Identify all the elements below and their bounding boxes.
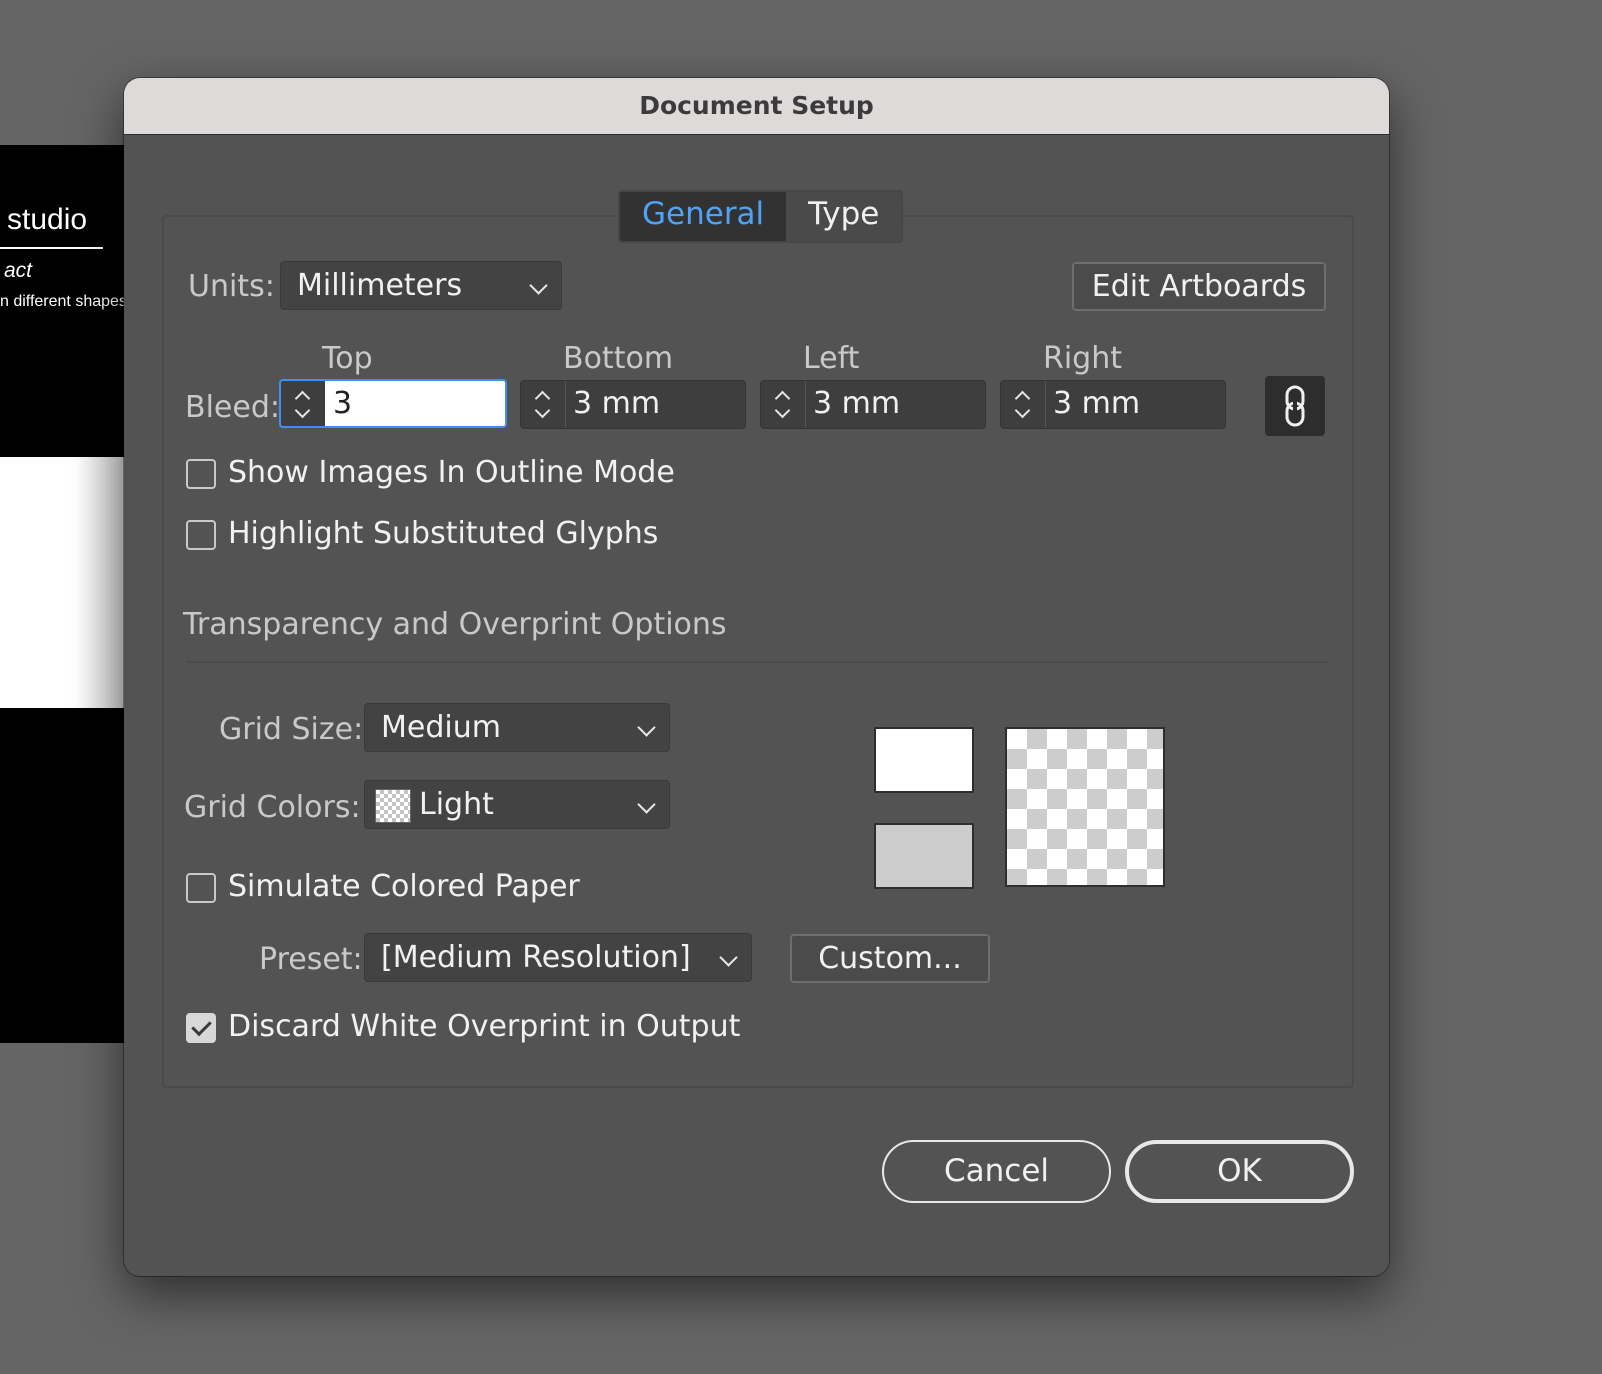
tab-type[interactable]: Type [786, 192, 902, 241]
bleed-top-value: 3 [333, 386, 353, 421]
chevron-down-icon [637, 718, 656, 737]
artboard-shapes-text: n different shapes [0, 293, 125, 310]
chevron-down-icon [534, 402, 551, 419]
tab-general[interactable]: General [620, 192, 787, 241]
artboard-studio-text: studio [7, 203, 88, 236]
show-images-outline-label: Show Images In Outline Mode [228, 455, 675, 490]
bleed-bottom-label: Bottom [563, 341, 674, 376]
grid-colors-dropdown[interactable]: Light [364, 780, 670, 829]
grid-size-value: Medium [381, 710, 501, 745]
chevron-down-icon [774, 402, 791, 419]
artboard-underline [0, 247, 103, 249]
paper-color-swatch[interactable] [874, 727, 974, 793]
bleed-top-label: Top [322, 341, 373, 376]
dialog-title: Document Setup [124, 78, 1389, 135]
ok-button[interactable]: OK [1125, 1140, 1354, 1203]
transparency-grid-preview [1005, 727, 1165, 887]
bleed-bottom-stepper[interactable]: 3 mm [520, 380, 746, 429]
stepper-arrows[interactable] [1001, 381, 1046, 428]
grid-colors-label: Grid Colors: [184, 790, 361, 825]
tab-bar: General Type [618, 190, 904, 243]
bleed-right-label: Right [1043, 341, 1122, 376]
chevron-down-icon [294, 402, 311, 419]
bleed-left-label: Left [803, 341, 860, 376]
bleed-label: Bleed: [185, 390, 280, 425]
document-setup-dialog: Document Setup General Type Units: Milli… [124, 78, 1389, 1276]
grid-size-dropdown[interactable]: Medium [364, 703, 670, 752]
chain-link-icon [1285, 385, 1305, 427]
grid-size-label: Grid Size: [219, 712, 364, 747]
section-divider [186, 661, 1328, 663]
background-artboard: studio act n different shapes [0, 145, 125, 1043]
units-label: Units: [188, 269, 275, 304]
checker-swatch-icon [375, 789, 411, 823]
cancel-button[interactable]: Cancel [882, 1140, 1111, 1203]
preset-label: Preset: [259, 942, 363, 977]
stepper-arrows[interactable] [281, 381, 326, 426]
artboard-act-text: act [4, 259, 33, 282]
transparency-heading: Transparency and Overprint Options [183, 607, 727, 642]
bleed-top-stepper[interactable]: 3 [279, 379, 507, 428]
edit-artboards-button[interactable]: Edit Artboards [1072, 262, 1326, 311]
simulate-paper-label: Simulate Colored Paper [228, 869, 580, 904]
discard-white-label: Discard White Overprint in Output [228, 1009, 741, 1044]
highlight-glyphs-label: Highlight Substituted Glyphs [228, 516, 659, 551]
bleed-bottom-value: 3 mm [573, 386, 661, 421]
chevron-down-icon [1014, 402, 1031, 419]
units-value: Millimeters [297, 268, 463, 303]
bleed-right-stepper[interactable]: 3 mm [1000, 380, 1226, 429]
chevron-down-icon [637, 795, 656, 814]
stepper-arrows[interactable] [761, 381, 806, 428]
units-dropdown[interactable]: Millimeters [280, 261, 562, 310]
bleed-top-input[interactable]: 3 [325, 381, 505, 426]
chevron-down-icon [529, 276, 548, 295]
highlight-glyphs-checkbox[interactable] [186, 520, 216, 550]
show-images-outline-checkbox[interactable] [186, 459, 216, 489]
preset-value: [Medium Resolution] [381, 940, 691, 975]
preset-dropdown[interactable]: [Medium Resolution] [364, 933, 752, 982]
link-bleed-button[interactable] [1265, 376, 1325, 436]
stepper-arrows[interactable] [521, 381, 566, 428]
bleed-left-stepper[interactable]: 3 mm [760, 380, 986, 429]
bleed-right-value: 3 mm [1053, 386, 1141, 421]
simulate-paper-checkbox[interactable] [186, 873, 216, 903]
artboard-white-panel [0, 457, 125, 708]
discard-white-checkbox[interactable] [186, 1013, 216, 1043]
grid-color-swatch[interactable] [874, 823, 974, 889]
chevron-down-icon [719, 948, 738, 967]
custom-button[interactable]: Custom... [790, 934, 990, 983]
bleed-left-value: 3 mm [813, 386, 901, 421]
grid-colors-value: Light [419, 787, 494, 822]
